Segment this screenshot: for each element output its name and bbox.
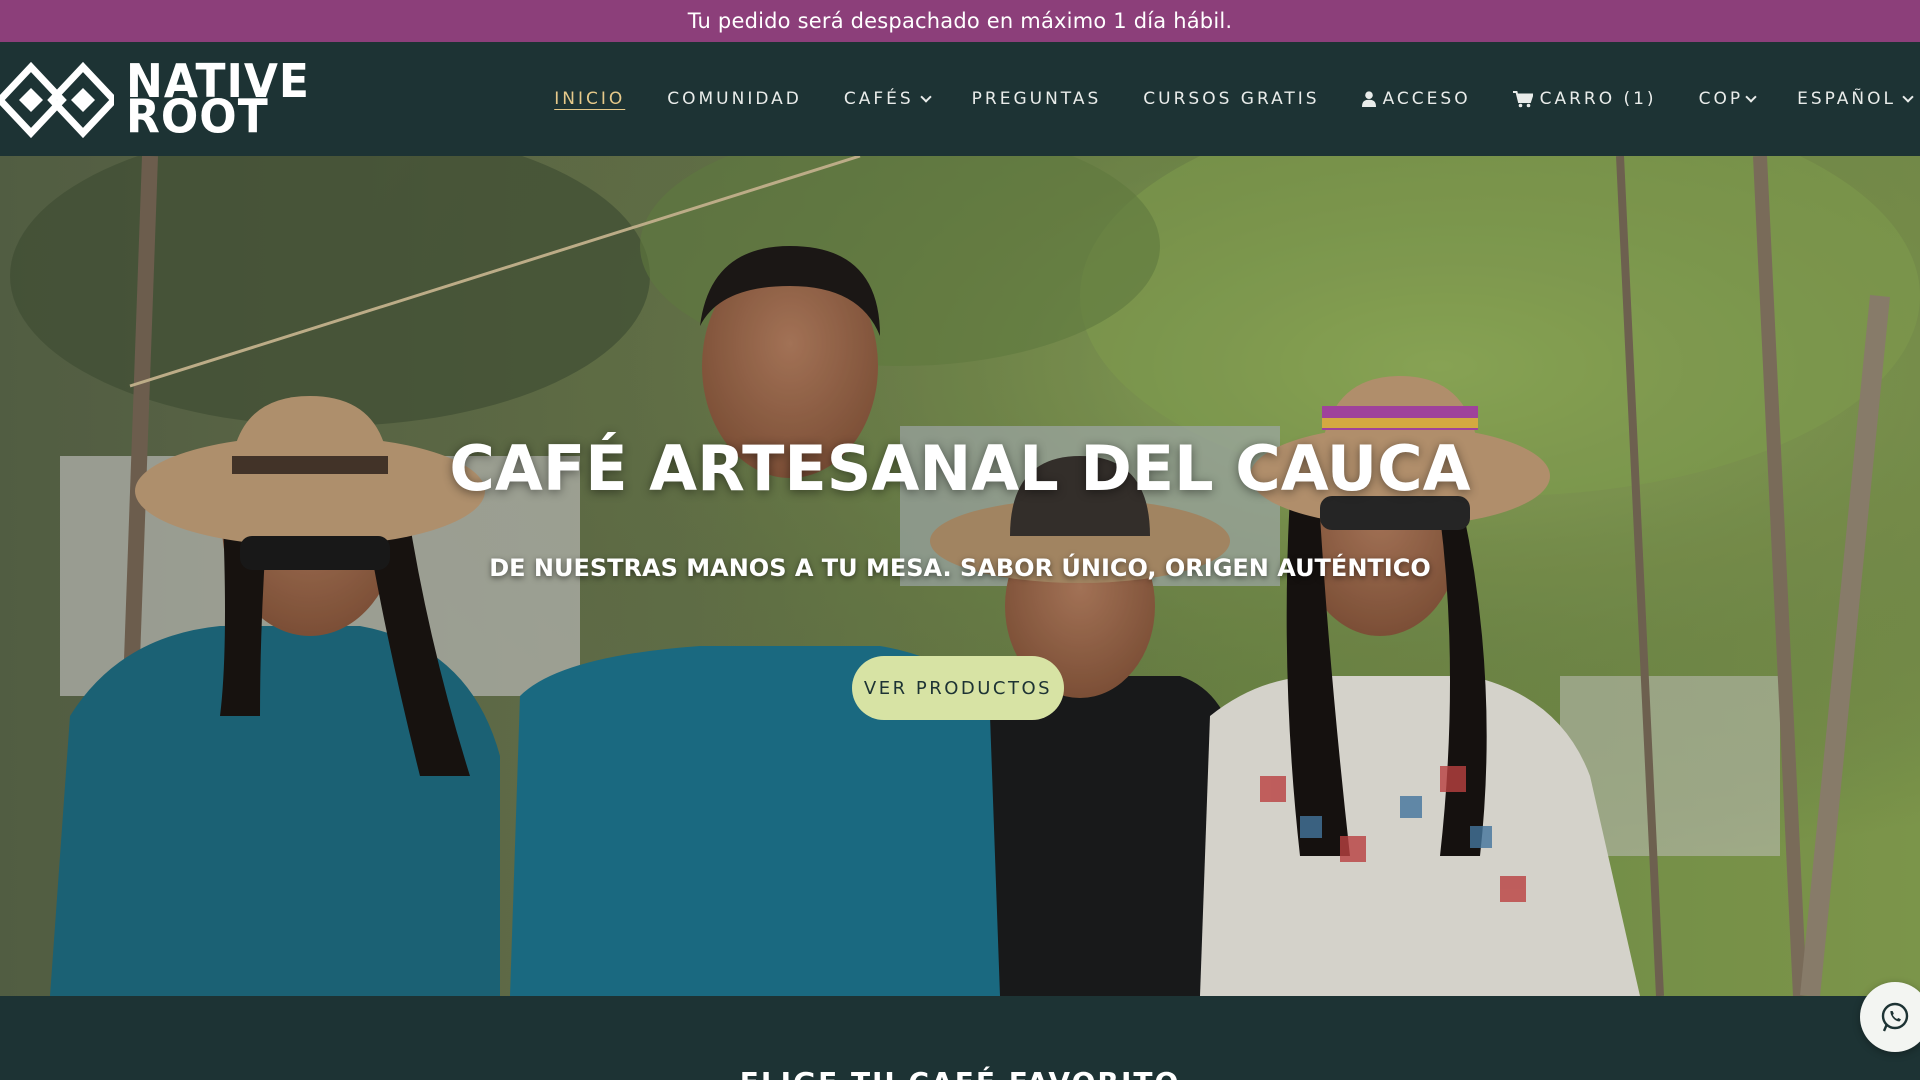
nav-item-cafes[interactable]: CAFÉS: [843, 89, 932, 109]
nav-item-inicio[interactable]: INICIO: [554, 89, 625, 109]
brand-name: NATIVE ROOT: [126, 59, 310, 141]
nav-item-comunidad[interactable]: COMUNIDAD: [667, 89, 802, 109]
whatsapp-icon: [1881, 1002, 1909, 1032]
view-products-button[interactable]: VER PRODUCTOS: [852, 656, 1064, 720]
nav-label: INICIO: [554, 89, 626, 109]
hero-subtitle: DE NUESTRAS MANOS A TU MESA. SABOR ÚNICO…: [489, 554, 1431, 582]
hero-title: CAFÉ ARTESANAL DEL CAUCA: [449, 432, 1471, 505]
nav-item-preguntas[interactable]: PREGUNTAS: [972, 89, 1102, 109]
nav-label: PREGUNTAS: [971, 89, 1102, 109]
nav-item-carro[interactable]: CARRO (1): [1512, 89, 1657, 109]
brand-logo[interactable]: NATIVE ROOT: [0, 59, 360, 141]
chevron-down-icon: [1745, 90, 1757, 103]
announcement-bar: Tu pedido será despachado en máximo 1 dí…: [0, 0, 1920, 42]
chevron-down-icon: [920, 90, 932, 103]
cart-icon: [1512, 90, 1533, 108]
section-title: ELIGE TU CAFÉ FAVORITO: [0, 1066, 1920, 1080]
language-selector[interactable]: ESPAÑOL: [1797, 89, 1914, 109]
primary-menu: INICIO COMUNIDAD CAFÉS PREGUNTAS CURSOS …: [512, 42, 1920, 156]
currency-selector[interactable]: COP: [1698, 89, 1757, 109]
main-navbar: NATIVE ROOT INICIO COMUNIDAD CAFÉS PREGU…: [0, 42, 1920, 156]
user-icon: [1361, 91, 1376, 107]
nav-item-cursos-gratis[interactable]: CURSOS GRATIS: [1143, 89, 1319, 109]
announcement-text: Tu pedido será despachado en máximo 1 dí…: [687, 9, 1233, 33]
nav-label: CAFÉS: [843, 89, 914, 109]
hero-banner: CAFÉ ARTESANAL DEL CAUCA DE NUESTRAS MAN…: [0, 156, 1920, 996]
diamond-logo-icon: [0, 61, 114, 139]
products-section: ELIGE TU CAFÉ FAVORITO: [0, 996, 1920, 1080]
nav-label: ACCESO: [1382, 89, 1471, 109]
nav-label: CURSOS GRATIS: [1143, 89, 1320, 109]
nav-label: COMUNIDAD: [667, 89, 802, 109]
nav-item-acceso[interactable]: ACCESO: [1361, 89, 1471, 109]
nav-label: CARRO (1): [1539, 89, 1657, 109]
nav-label: COP: [1698, 89, 1744, 109]
chevron-down-icon: [1902, 90, 1914, 103]
nav-label: ESPAÑOL: [1797, 89, 1896, 109]
